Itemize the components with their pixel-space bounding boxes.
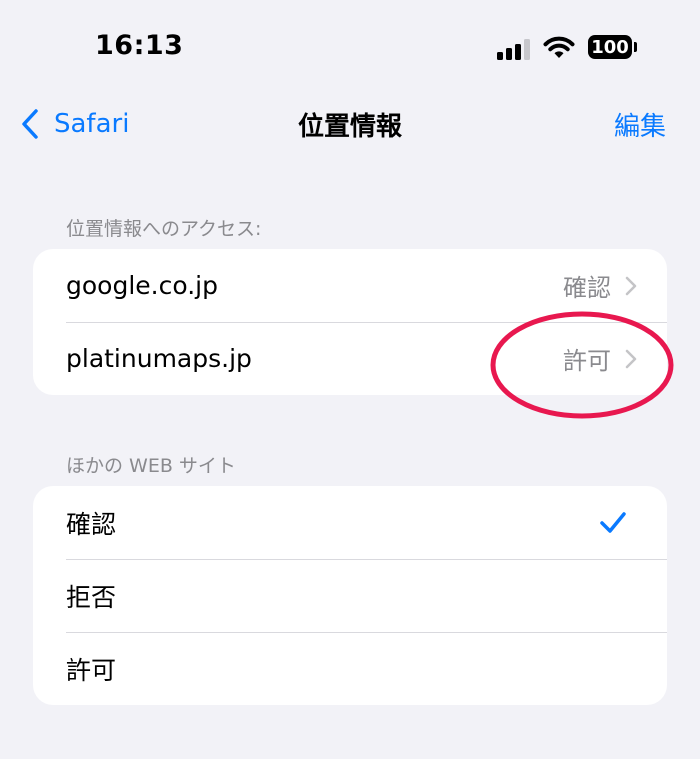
- page-title: 位置情報: [297, 112, 402, 142]
- site-permission: 許可: [563, 347, 611, 375]
- option-label: 拒否: [66, 582, 117, 612]
- other-sites-options: 確認 拒否 許可: [33, 486, 667, 705]
- site-name: google.co.jp: [66, 271, 218, 300]
- option-ask[interactable]: 確認: [33, 486, 667, 559]
- site-permission: 確認: [563, 274, 611, 302]
- list-item-platinumaps[interactable]: platinumaps.jp 許可: [33, 322, 667, 395]
- list-item-google[interactable]: google.co.jp 確認: [33, 249, 667, 322]
- option-deny[interactable]: 拒否: [33, 559, 667, 632]
- section-header-access: 位置情報へのアクセス:: [66, 218, 262, 240]
- status-time: 16:13: [95, 30, 184, 61]
- wifi-icon: [543, 36, 575, 58]
- section-header-other-sites: ほかの WEB サイト: [66, 455, 236, 477]
- settings-screen: 16:13 100 Safari 位置情報 編集 位置情報へのアクセス: goo…: [0, 0, 700, 759]
- battery-level: 100: [591, 36, 629, 58]
- battery-icon: 100: [588, 35, 632, 59]
- option-label: 許可: [66, 655, 117, 685]
- option-label: 確認: [66, 509, 117, 539]
- edit-button[interactable]: 編集: [614, 106, 666, 143]
- cellular-signal-icon: [497, 38, 533, 60]
- battery-nub: [634, 42, 637, 52]
- option-allow[interactable]: 許可: [33, 632, 667, 705]
- chevron-right-icon: [625, 349, 637, 368]
- site-name: platinumaps.jp: [66, 344, 252, 373]
- site-access-list: google.co.jp 確認 platinumaps.jp 許可: [33, 249, 667, 395]
- checkmark-icon: [600, 511, 626, 533]
- chevron-right-icon: [625, 276, 637, 295]
